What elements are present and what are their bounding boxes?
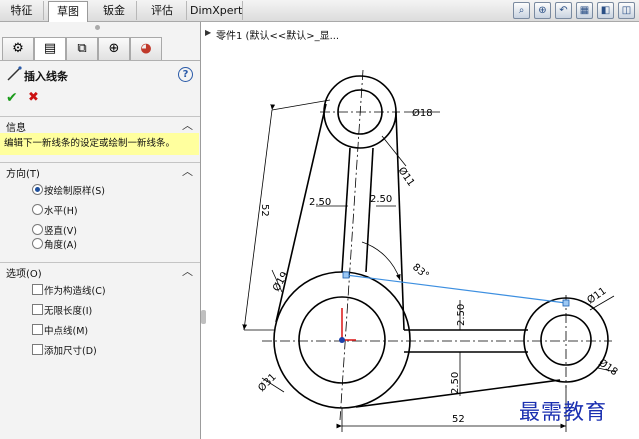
line-start-handle[interactable] <box>342 271 350 279</box>
dim-length-bottom[interactable]: 52 <box>452 414 465 425</box>
dim-right-inner[interactable]: Ø11 <box>585 285 609 307</box>
dim-big-outer-label[interactable]: Ø31 <box>256 371 279 394</box>
watermark-text: 最需教育 <box>519 400 607 424</box>
dim-width-d[interactable]: 2.50 <box>450 372 461 394</box>
dim-width-b[interactable]: 2.50 <box>370 194 392 205</box>
dim-width-a[interactable]: 2.50 <box>309 197 331 208</box>
arm-right-edge[interactable] <box>365 147 374 273</box>
dim-angle[interactable]: 83° <box>410 262 431 282</box>
tangent-line-right[interactable] <box>395 111 405 331</box>
dim-length-left[interactable]: 52 <box>259 204 270 217</box>
dim-width-c[interactable]: 2.50 <box>456 304 467 326</box>
dim-line-52-left[interactable] <box>242 104 276 331</box>
dim-right-outer[interactable]: Ø18 <box>596 357 620 379</box>
new-line-preview[interactable] <box>345 274 567 304</box>
dim-top-outer[interactable]: Ø18 <box>412 107 433 119</box>
tangent-line-left[interactable] <box>275 103 327 323</box>
line-end-handle[interactable] <box>562 299 570 307</box>
arm-left-edge[interactable] <box>341 147 351 273</box>
sketch-canvas[interactable]: Ø18 Ø11 Ø11 Ø18 Ø31 Ø19 52 52 2.50 2.50 … <box>0 0 639 439</box>
origin-icon <box>339 308 356 343</box>
